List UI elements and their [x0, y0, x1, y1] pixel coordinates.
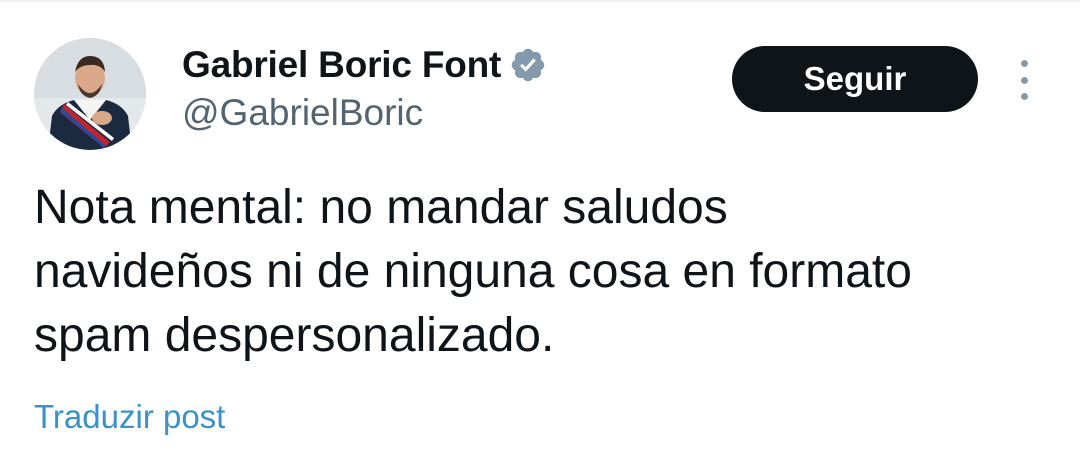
translate-post-link[interactable]: Traduzir post: [34, 398, 225, 436]
more-dot: [1020, 76, 1028, 84]
user-name-row: Gabriel Boric Font: [182, 42, 547, 88]
verified-badge-icon: [509, 46, 547, 84]
user-handle[interactable]: @GabrielBoric: [182, 92, 423, 134]
avatar[interactable]: [34, 38, 146, 150]
post-text-line: spam despersonalizado.: [34, 309, 555, 362]
top-divider: [0, 0, 1080, 2]
more-vertical-icon[interactable]: [1006, 60, 1042, 100]
follow-button[interactable]: Seguir: [732, 46, 978, 112]
more-dot: [1020, 93, 1028, 100]
more-dot: [1020, 60, 1028, 67]
post-text-line: Nota mental: no mandar saludos: [34, 181, 728, 234]
post-text-line: navideños ni de ninguna cosa en formato: [34, 245, 912, 298]
display-name[interactable]: Gabriel Boric Font: [182, 44, 501, 86]
post-text: Nota mental: no mandar saludos navideños…: [34, 176, 1044, 368]
avatar-image: [34, 38, 146, 150]
